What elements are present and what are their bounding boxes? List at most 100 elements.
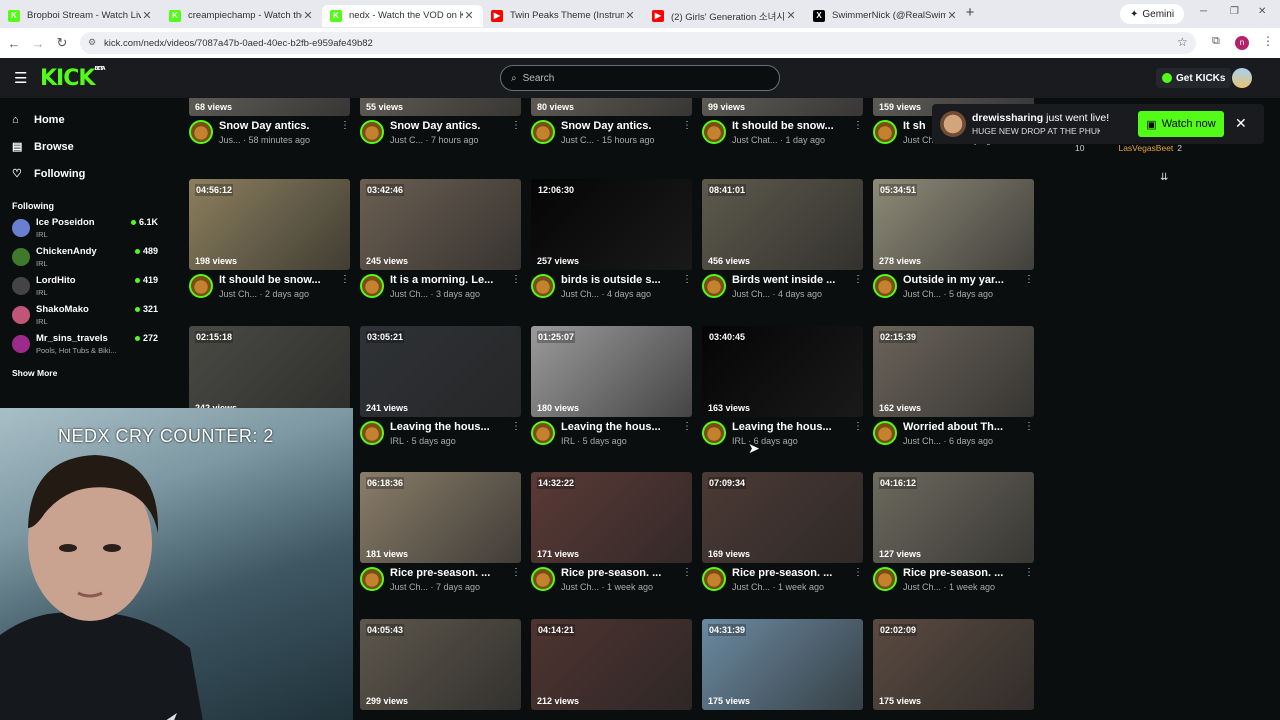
video-thumbnail[interactable]: 02:15:39 162 views (873, 326, 1034, 417)
close-window-icon[interactable]: ✕ (1258, 6, 1266, 17)
more-options-icon[interactable]: ⋮ (1024, 274, 1034, 299)
channel-avatar[interactable] (873, 274, 897, 298)
forward-icon[interactable]: → (26, 36, 50, 51)
video-thumbnail[interactable]: 04:16:12 127 views (873, 472, 1034, 563)
search-input[interactable]: ⌕ Search (500, 65, 780, 91)
channel-avatar[interactable] (702, 120, 726, 144)
more-options-icon[interactable]: ⋮ (340, 274, 350, 299)
channel-avatar[interactable] (702, 421, 726, 445)
channel-avatar[interactable] (531, 567, 555, 591)
video-title[interactable]: It should be snow... (732, 120, 853, 132)
video-card[interactable]: 04:05:43 299 views (360, 619, 521, 710)
tab-close-icon[interactable]: ✕ (463, 9, 475, 22)
channel-avatar[interactable] (189, 120, 213, 144)
video-thumbnail[interactable]: 14:32:22 171 views (531, 472, 692, 563)
channel-avatar[interactable] (360, 421, 384, 445)
toast-close-icon[interactable]: ✕ (1235, 115, 1247, 132)
new-tab-button[interactable]: + (958, 4, 982, 21)
tab-close-icon[interactable]: ✕ (302, 9, 314, 22)
video-card[interactable]: 05:34:51 278 views Outside in my yar... Jus… (873, 179, 1034, 299)
video-thumbnail[interactable]: 04:31:39 175 views (702, 619, 863, 710)
channel-avatar[interactable] (360, 567, 384, 591)
user-avatar[interactable] (1232, 68, 1252, 88)
video-thumbnail[interactable]: 04:56:12 198 views (189, 179, 350, 270)
more-options-icon[interactable]: ⋮ (682, 421, 692, 446)
video-card[interactable]: 03:05:21 241 views Leaving the hous... IRL … (360, 326, 521, 446)
sidebar-item-browse[interactable]: ▤ Browse (0, 133, 170, 160)
more-options-icon[interactable]: ⋮ (682, 120, 692, 145)
video-thumbnail[interactable]: 03:42:46 245 views (360, 179, 521, 270)
back-icon[interactable]: ← (2, 36, 26, 51)
video-title[interactable]: Rice pre-season. ... (390, 567, 511, 579)
more-options-icon[interactable]: ⋮ (853, 274, 863, 299)
tab-close-icon[interactable]: ✕ (946, 9, 958, 22)
sidebar-item-home[interactable]: ⌂ Home (0, 106, 170, 133)
video-card[interactable]: 04:14:21 212 views (531, 619, 692, 710)
video-card[interactable]: 04:56:12 198 views It should be snow... Jus… (189, 179, 350, 299)
followed-channel[interactable]: Ice Poseidon IRL 6.1K (0, 217, 170, 246)
browser-tab[interactable]: Knedx - Watch the VOD on Kick✕ (322, 4, 483, 27)
channel-avatar[interactable] (189, 274, 213, 298)
watch-now-button[interactable]: ▣ Watch now (1138, 111, 1224, 137)
video-thumbnail[interactable]: 07:09:34 169 views (702, 472, 863, 563)
video-title[interactable]: Snow Day antics. (390, 120, 511, 132)
video-thumbnail[interactable]: 12:06:30 257 views (531, 179, 692, 270)
video-thumbnail[interactable]: 08:41:01 456 views (702, 179, 863, 270)
url-field[interactable]: ⚙ kick.com/nedx/videos/7087a47b-0aed-40ec… (80, 32, 1196, 54)
browser-tab[interactable]: Kcreampiechamp - Watch the VO✕ (161, 5, 322, 27)
video-title[interactable]: Outside in my yar... (903, 274, 1024, 286)
minimize-icon[interactable]: ─ (1200, 6, 1207, 17)
video-title[interactable]: Rice pre-season. ... (732, 567, 853, 579)
get-kicks-button[interactable]: Get KICKs (1156, 68, 1232, 88)
video-title[interactable]: Leaving the hous... (390, 421, 511, 433)
video-title[interactable]: It is a morning. Le... (390, 274, 511, 286)
more-options-icon[interactable]: ⋮ (853, 567, 863, 592)
more-options-icon[interactable]: ⋮ (511, 421, 521, 446)
video-thumbnail[interactable]: 04:05:43 299 views (360, 619, 521, 710)
followed-channel[interactable]: ChickenAndy IRL 489 (0, 246, 170, 275)
channel-avatar[interactable] (531, 120, 555, 144)
browser-tab[interactable]: K Bropboi Stream - Watch Live on✕ (0, 5, 161, 27)
more-options-icon[interactable]: ⋮ (853, 120, 863, 145)
followed-channel[interactable]: Mr_sins_travels Pools, Hot Tubs & Biki...… (0, 333, 170, 362)
sidebar-item-following[interactable]: ♡ Following (0, 160, 170, 187)
browser-menu-icon[interactable]: ⋮ (1262, 34, 1274, 48)
browser-tab[interactable]: X SwimmerNick (@RealSwimmer✕ (805, 5, 966, 27)
video-title[interactable]: Snow Day antics. (561, 120, 682, 132)
video-card[interactable]: 55 views Snow Day antics. Just C... · 7 ho… (360, 98, 521, 145)
followed-channel[interactable]: LordHito IRL 419 (0, 275, 170, 304)
channel-avatar[interactable] (702, 567, 726, 591)
video-card[interactable]: 02:15:18242 views (189, 326, 350, 417)
video-thumbnail[interactable]: 05:34:51 278 views (873, 179, 1034, 270)
video-title[interactable]: Birds went inside ... (732, 274, 853, 286)
video-title[interactable]: Rice pre-season. ... (561, 567, 682, 579)
video-thumbnail[interactable]: 01:25:07 180 views (531, 326, 692, 417)
bookmark-star-icon[interactable]: ☆ (1177, 35, 1188, 49)
video-title[interactable]: birds is outside s... (561, 274, 682, 286)
video-card[interactable]: 04:31:39 175 views (702, 619, 863, 710)
video-title[interactable]: Leaving the hous... (732, 421, 853, 433)
video-thumbnail[interactable]: 02:15:18242 views (189, 326, 350, 417)
more-options-icon[interactable]: ⋮ (853, 421, 863, 446)
hamburger-menu-icon[interactable]: ☰ (14, 69, 27, 87)
site-info-icon[interactable]: ⚙ (88, 37, 96, 48)
tab-close-icon[interactable]: ✕ (141, 9, 153, 22)
video-card[interactable]: 80 views Snow Day antics. Just C... · 15 h… (531, 98, 692, 145)
video-thumbnail[interactable]: 03:40:45 163 views (702, 326, 863, 417)
browser-tab[interactable]: ▶ Twin Peaks Theme (Instrumenta✕ (483, 5, 644, 27)
video-card[interactable]: 03:40:45 163 views Leaving the hous... IRL … (702, 326, 863, 446)
tab-close-icon[interactable]: ✕ (785, 9, 797, 22)
video-card[interactable]: 99 views It should be snow... Just Chat...… (702, 98, 863, 145)
more-options-icon[interactable]: ⋮ (1024, 567, 1034, 592)
video-thumbnail[interactable]: 02:02:09 175 views (873, 619, 1034, 710)
video-title[interactable]: Worried about Th... (903, 421, 1024, 433)
video-thumbnail[interactable]: 80 views (531, 98, 692, 116)
channel-avatar[interactable] (702, 274, 726, 298)
extensions-icon[interactable]: ⧉ (1212, 35, 1220, 48)
maximize-icon[interactable]: ❐ (1230, 6, 1239, 17)
browser-tab[interactable]: ▶ (2) Girls' Generation 소녀시대 ✕ (644, 5, 805, 27)
show-more-button[interactable]: Show More (12, 368, 170, 378)
channel-avatar[interactable] (531, 274, 555, 298)
video-card[interactable]: 01:25:07 180 views Leaving the hous... IRL … (531, 326, 692, 446)
video-card[interactable]: 68 views Snow Day antics. Jus... · 58 minu… (189, 98, 350, 145)
